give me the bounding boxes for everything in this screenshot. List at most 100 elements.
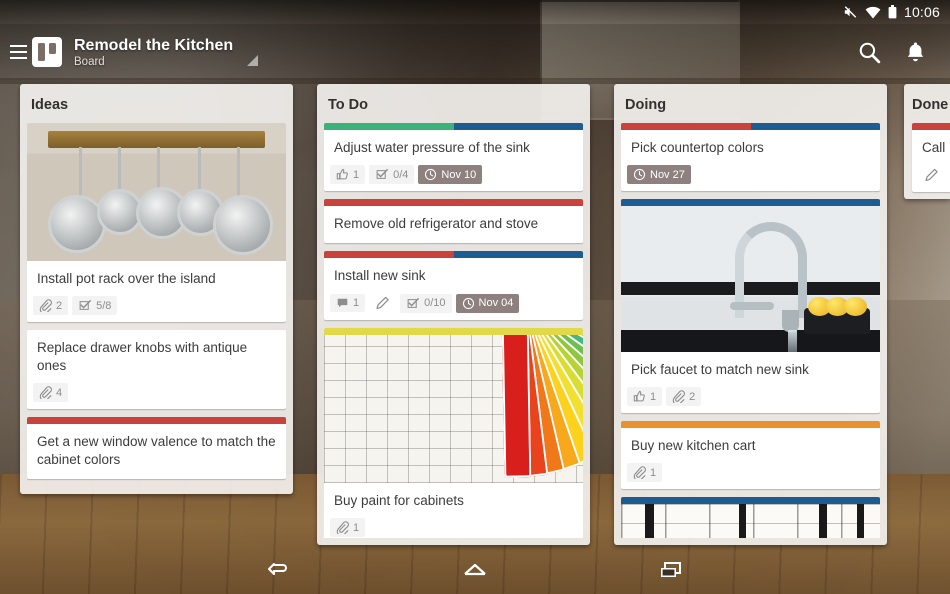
card-body: Pick faucet to match new sink — [621, 352, 880, 383]
due-date-text: Nov 10 — [441, 168, 477, 181]
back-icon[interactable] — [256, 550, 302, 590]
card-labels — [324, 123, 583, 130]
checklist-icon — [407, 297, 420, 308]
card-badges: 2 5/8 — [27, 292, 286, 322]
votes-badge: 1 — [627, 387, 663, 406]
votes-count: 1 — [353, 168, 360, 181]
card-badges: Nov 27 — [621, 161, 880, 191]
attachment-badge: 4 — [33, 383, 69, 402]
card-title: Install pot rack over the island — [37, 271, 216, 286]
pot-rack-photo — [27, 123, 286, 261]
votes-count: 1 — [650, 390, 657, 403]
label-red — [621, 123, 751, 130]
card-labels — [621, 123, 880, 130]
card-body: Buy new kitchen cart — [621, 428, 880, 459]
label-blue — [621, 199, 880, 206]
votes-badge: 1 — [330, 165, 366, 184]
hamburger-icon[interactable] — [4, 45, 30, 59]
card-labels — [324, 199, 583, 206]
card[interactable]: Buy paint for cabinets 1 — [324, 328, 583, 538]
label-blue — [453, 251, 583, 258]
card[interactable]: Replace drawer knobs with antique ones 4 — [27, 330, 286, 409]
list-doing[interactable]: Doing Pick countertop colors Nov 27 Pick… — [614, 84, 887, 545]
card-body: Adjust water pressure of the sink — [324, 130, 583, 161]
card-title: Remove old refrigerator and stove — [334, 216, 539, 231]
label-red — [27, 417, 286, 424]
comments-badge: 1 — [330, 294, 366, 312]
board-lists-container[interactable]: Ideas Install pot rack over the island 2… — [0, 84, 950, 545]
home-icon[interactable] — [452, 550, 498, 590]
checklist-count: 0/10 — [424, 297, 446, 309]
card-labels — [324, 328, 583, 335]
bell-icon[interactable] — [892, 29, 938, 75]
card-body: Install new sink — [324, 258, 583, 289]
card-labels — [912, 123, 950, 130]
card[interactable]: Remove old refrigerator and stove — [324, 199, 583, 243]
checklist-badge: 5/8 — [72, 296, 118, 315]
description-badge — [369, 293, 396, 313]
card-body: Call — [912, 130, 950, 161]
due-date-badge: Nov 27 — [627, 165, 691, 184]
board-subtitle: Board — [74, 55, 105, 68]
label-blue — [750, 123, 880, 130]
search-icon[interactable] — [846, 29, 892, 75]
card[interactable] — [621, 497, 880, 538]
attachment-icon — [336, 521, 349, 534]
thumbs-up-icon — [633, 390, 645, 402]
card[interactable]: Pick countertop colors Nov 27 — [621, 123, 880, 191]
card[interactable]: Get a new window valence to match the ca… — [27, 417, 286, 479]
card[interactable]: Pick faucet to match new sink 1 2 — [621, 199, 880, 413]
label-red — [324, 251, 454, 258]
card[interactable]: Install pot rack over the island 2 5/8 — [27, 123, 286, 322]
card-body: Pick countertop colors — [621, 130, 880, 161]
label-orange — [621, 421, 880, 428]
checklist-icon — [376, 169, 389, 179]
checklist-badge: 0/4 — [369, 165, 415, 184]
card-labels — [27, 417, 286, 424]
label-red — [324, 199, 583, 206]
card-title: Call — [922, 140, 946, 155]
list-cards: Install pot rack over the island 2 5/8 R… — [27, 123, 286, 487]
list-todo[interactable]: To Do Adjust water pressure of the sink … — [317, 84, 590, 545]
label-red — [912, 123, 950, 130]
attachment-badge: 1 — [330, 518, 366, 537]
comments-count: 1 — [353, 297, 360, 309]
card[interactable]: Adjust water pressure of the sink 1 0/4 — [324, 123, 583, 191]
due-date-text: Nov 27 — [650, 168, 685, 181]
board-title-group[interactable]: Remodel the Kitchen Board — [74, 36, 233, 69]
list-title: Ideas — [31, 97, 69, 113]
attachment-count: 4 — [56, 386, 63, 399]
list-ideas[interactable]: Ideas Install pot rack over the island 2… — [20, 84, 293, 494]
checklist-icon — [79, 300, 92, 310]
card-badges: 1 — [324, 514, 583, 538]
card[interactable]: Buy new kitchen cart 1 — [621, 421, 880, 489]
battery-icon — [888, 5, 897, 19]
card[interactable]: Call — [912, 123, 950, 192]
app-toolbar: Remodel the Kitchen Board — [0, 24, 950, 80]
card-body: Get a new window valence to match the ca… — [27, 424, 286, 479]
board-caret-icon[interactable] — [247, 54, 259, 66]
card-badges — [912, 161, 950, 192]
trello-logo-icon — [32, 37, 62, 67]
card-badges: 1 — [621, 459, 880, 489]
attachment-icon — [39, 386, 52, 399]
description-badge — [918, 165, 945, 185]
wifi-icon — [865, 6, 881, 19]
list-done[interactable]: Done Call — [904, 84, 950, 199]
card-labels — [324, 251, 583, 258]
card[interactable]: Install new sink 1 0/10 Nov 04 — [324, 251, 583, 320]
card-title: Buy paint for cabinets — [334, 493, 464, 508]
card-labels — [621, 199, 880, 206]
card-title: Get a new window valence to match the ca… — [37, 434, 276, 467]
clock-icon — [462, 297, 474, 309]
list-cards: Adjust water pressure of the sink 1 0/4 — [324, 123, 583, 538]
attachment-icon — [39, 299, 52, 312]
card-title: Install new sink — [334, 268, 426, 283]
recents-icon[interactable] — [648, 550, 694, 590]
card-title: Adjust water pressure of the sink — [334, 140, 530, 155]
list-cards: Pick countertop colors Nov 27 Pick fauce… — [621, 123, 880, 538]
card-badges: 4 — [27, 379, 286, 409]
label-blue — [453, 123, 583, 130]
checklist-count: 0/4 — [393, 168, 409, 181]
card-badges: 1 0/4 Nov 10 — [324, 161, 583, 191]
